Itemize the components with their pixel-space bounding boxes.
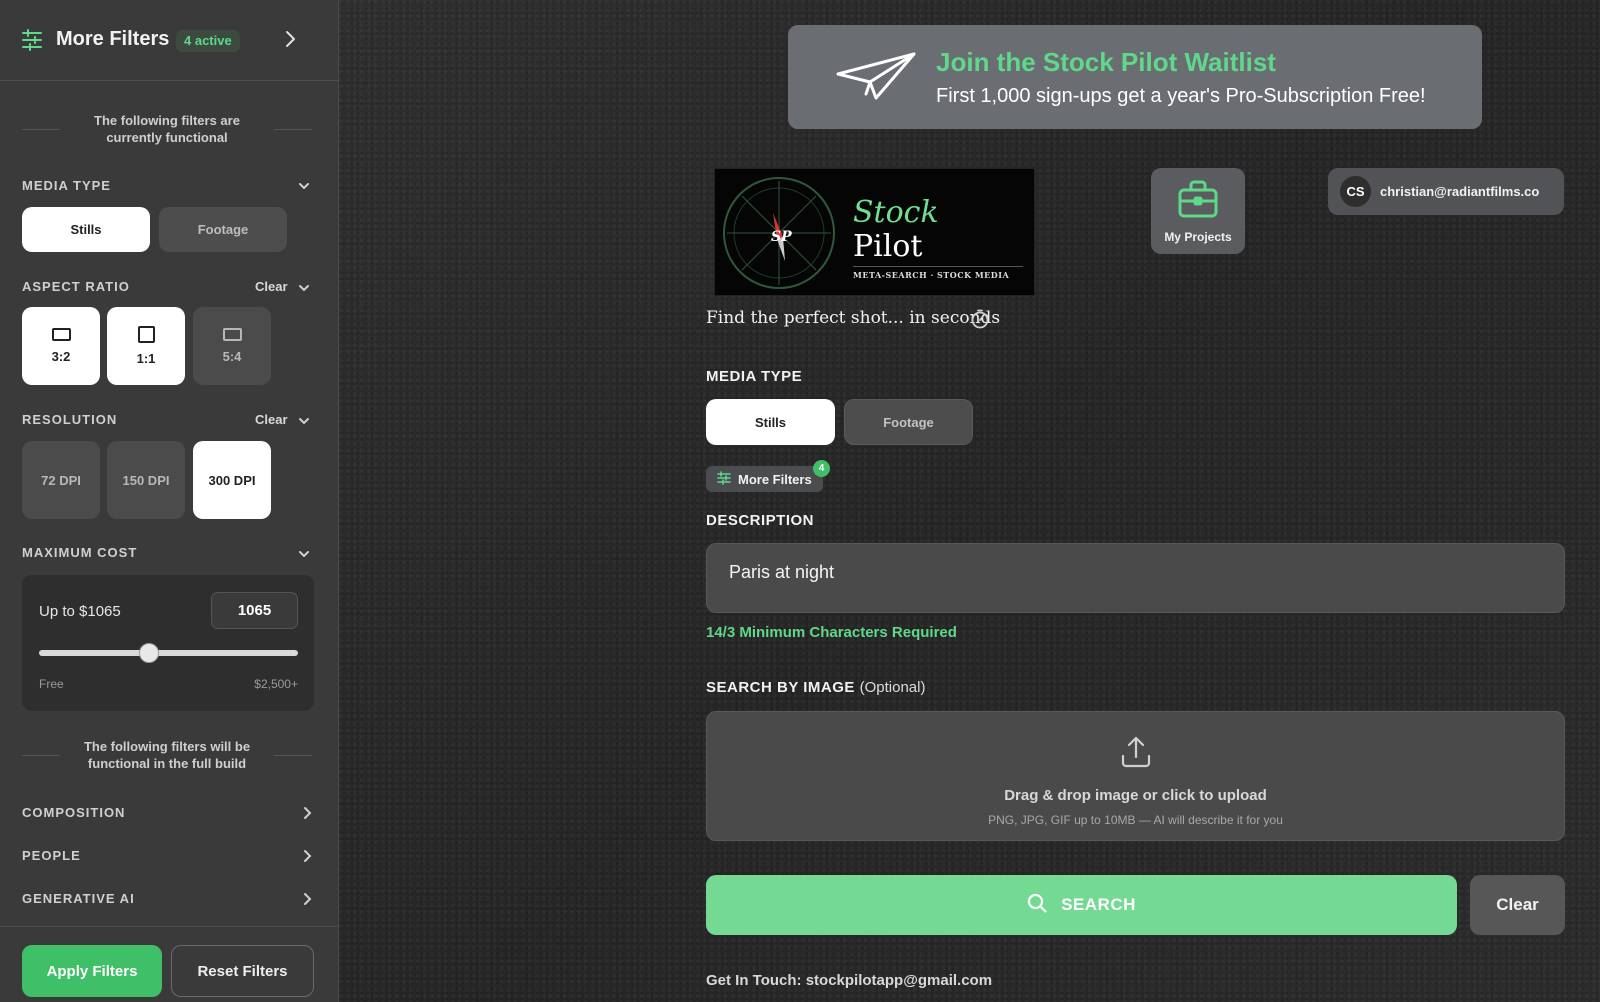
resolution-300-dpi-tile[interactable]: 300 DPI <box>193 441 271 519</box>
aspect-ratio-label: 5:4 <box>222 349 242 364</box>
logo-tagline: META-SEARCH · STOCK MEDIA <box>853 270 1010 280</box>
compass-icon: SP <box>721 175 837 296</box>
banner-subtitle: First 1,000 sign-ups get a year's Pro-Su… <box>936 85 1426 107</box>
description-label: DESCRIPTION <box>706 512 815 529</box>
upload-hint: PNG, JPG, GIF up to 10MB — AI will descr… <box>988 813 1283 827</box>
clear-button[interactable]: Clear <box>1470 875 1565 935</box>
timer-icon <box>970 309 990 334</box>
aspect-ratio-label: 1:1 <box>136 351 156 366</box>
square-icon <box>137 326 155 343</box>
contact-text: Get In Touch: stockpilotapp@gmail.com <box>706 972 993 989</box>
aspect-ratio-section-label: ASPECT RATIO <box>22 279 130 294</box>
hero-tagline: Find the perfect shot... in seconds <box>706 308 1001 328</box>
banner-title: Join the Stock Pilot Waitlist <box>936 47 1276 77</box>
logo-word-stock: Stock <box>853 195 939 230</box>
filters-sidebar: More Filters 4 active The following filt… <box>0 0 339 1002</box>
media-type-label: MEDIA TYPE <box>706 368 803 385</box>
filter-icon <box>22 29 42 56</box>
collapse-sidebar-chevron-right-icon[interactable] <box>284 30 296 53</box>
max-cost-input[interactable]: 1065 <box>211 592 298 629</box>
slider-min-label: Free <box>39 677 64 691</box>
search-label: SEARCH <box>1061 895 1136 914</box>
chevron-right-icon <box>302 849 312 868</box>
max-cost-slider-track[interactable] <box>39 643 298 663</box>
description-input[interactable]: Paris at night <box>706 543 1565 613</box>
my-projects-label: My Projects <box>1164 229 1232 244</box>
user-email: christian@radiantfilms.co <box>1380 184 1540 199</box>
min-characters-status: 14/3 Minimum Characters Required <box>706 624 957 641</box>
sidebar-header: More Filters 4 active <box>0 0 339 81</box>
aspect-ratio-label: 3:2 <box>51 349 71 364</box>
slider-max-label: $2,500+ <box>254 677 298 691</box>
active-filters-badge: 4 active <box>176 30 240 52</box>
max-cost-slider-thumb[interactable] <box>139 643 160 663</box>
more-filters-button[interactable]: More Filters <box>706 466 823 492</box>
resolution-150-dpi-tile[interactable]: 150 DPI <box>107 441 185 519</box>
max-cost-panel: Up to $1065 1065 Free $2,500+ <box>22 575 314 711</box>
upload-icon <box>1121 736 1151 773</box>
paper-plane-icon <box>836 52 916 105</box>
generative-ai-section-row[interactable]: GENERATIVE AI <box>22 890 312 914</box>
aspect-ratio-1-1-tile[interactable]: 1:1 <box>107 307 185 385</box>
media-footage-button[interactable]: Footage <box>844 399 973 445</box>
landscape-rect-icon <box>222 328 242 341</box>
aspect-ratio-5-4-tile[interactable]: 5:4 <box>193 307 271 385</box>
sidebar-title: More Filters <box>56 28 170 50</box>
upload-title: Drag & drop image or click to upload <box>1004 787 1267 804</box>
max-cost-section-label: MAXIMUM COST <box>22 545 138 560</box>
more-filters-count-badge: 4 <box>813 460 830 477</box>
logo-word-pilot: Pilot <box>853 229 923 264</box>
image-upload-dropzone[interactable]: Drag & drop image or click to upload PNG… <box>706 711 1565 841</box>
max-cost-summary: Up to $1065 <box>39 603 121 620</box>
filter-icon <box>717 470 731 488</box>
section-label: PEOPLE <box>22 848 81 863</box>
page-background <box>339 0 1600 1002</box>
functional-filters-note: The following filters are currently func… <box>22 112 312 146</box>
resolution-clear-link[interactable]: Clear <box>255 412 288 427</box>
reset-filters-button[interactable]: Reset Filters <box>171 945 314 997</box>
media-stills-button[interactable]: Stills <box>706 399 835 445</box>
stock-pilot-logo: SP Stock Pilot META-SEARCH · STOCK MEDIA <box>714 168 1035 296</box>
sidebar-media-footage-button[interactable]: Footage <box>159 207 287 252</box>
composition-section-row[interactable]: COMPOSITION <box>22 804 312 828</box>
aspect-ratio-clear-link[interactable]: Clear <box>255 279 288 294</box>
aspect-ratio-3-2-tile[interactable]: 3:2 <box>22 307 100 385</box>
section-label: COMPOSITION <box>22 805 126 820</box>
logo-mark-text: SP <box>771 229 792 245</box>
user-account-chip[interactable]: CS christian@radiantfilms.co <box>1328 168 1564 215</box>
media-type-section-label: MEDIA TYPE <box>22 178 111 193</box>
chevron-down-icon[interactable] <box>298 280 310 298</box>
more-filters-label: More Filters <box>738 471 812 487</box>
search-button[interactable]: SEARCH <box>706 875 1457 935</box>
waitlist-banner[interactable]: Join the Stock Pilot Waitlist First 1,00… <box>788 25 1482 129</box>
future-filters-note: The following filters will be functional… <box>22 738 312 772</box>
briefcase-icon <box>1177 179 1219 224</box>
search-icon <box>1027 893 1047 918</box>
section-label: GENERATIVE AI <box>22 891 135 906</box>
apply-filters-button[interactable]: Apply Filters <box>22 945 162 997</box>
people-section-row[interactable]: PEOPLE <box>22 847 312 871</box>
my-projects-button[interactable]: My Projects <box>1151 168 1245 254</box>
landscape-rect-icon <box>51 328 71 341</box>
chevron-right-icon <box>302 806 312 825</box>
sidebar-footer: Apply Filters Reset Filters <box>0 926 339 1002</box>
resolution-72-dpi-tile[interactable]: 72 DPI <box>22 441 100 519</box>
resolution-section-label: RESOLUTION <box>22 412 118 427</box>
chevron-down-icon[interactable] <box>298 413 310 431</box>
sidebar-media-stills-button[interactable]: Stills <box>22 207 150 252</box>
search-by-image-label: SEARCH BY IMAGE (Optional) <box>706 679 926 696</box>
chevron-down-icon[interactable] <box>298 178 310 196</box>
logo-divider <box>853 266 1023 267</box>
chevron-right-icon <box>302 892 312 911</box>
avatar: CS <box>1340 176 1371 207</box>
chevron-down-icon[interactable] <box>298 546 310 564</box>
